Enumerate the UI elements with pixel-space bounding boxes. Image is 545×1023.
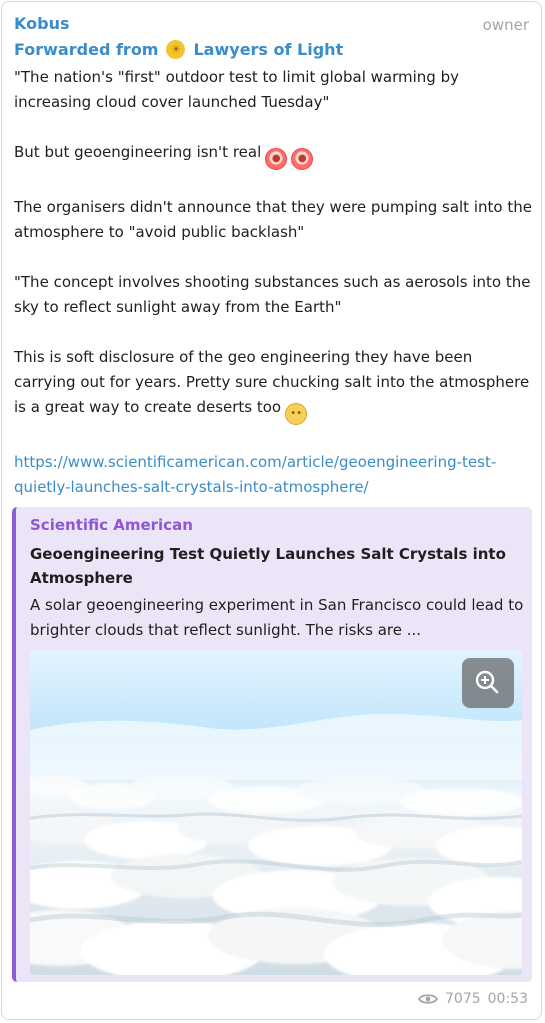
clown-face-icon: ● — [291, 148, 314, 170]
role-badge: owner — [482, 16, 529, 34]
message-paragraph: "The concept involves shooting substance… — [14, 273, 531, 316]
forwarded-header[interactable]: Forwarded from ☀ Lawyers of Light — [14, 40, 343, 59]
preview-description: A solar geoengineering experiment in San… — [30, 596, 524, 639]
message-paragraph: "The nation's "first" outdoor test to li… — [14, 68, 459, 111]
message-text-span: But but geoengineering isn't real — [14, 143, 262, 161]
cloud-image-art — [30, 650, 522, 975]
link-preview-card[interactable]: Scientific American Geoengineering Test … — [12, 507, 532, 982]
preview-title: Geoengineering Test Quietly Launches Sal… — [30, 545, 506, 587]
article-link[interactable]: https://www.scientificamerican.com/artic… — [14, 453, 496, 496]
message-bubble: Kobus owner Forwarded from ☀ Lawyers of … — [1, 1, 542, 1020]
channel-avatar-icon: ☀ — [166, 40, 186, 59]
flushed-face-icon: •• — [285, 403, 308, 425]
message-header: Kobus owner — [14, 14, 529, 38]
preview-site-name: Scientific American — [30, 516, 193, 534]
zoom-button[interactable] — [462, 658, 514, 708]
message-text-span: This is soft disclosure of the geo engin… — [14, 348, 530, 416]
view-count: 7075 — [445, 991, 481, 1007]
message-footer: 7075 00:53 — [418, 991, 528, 1007]
forwarded-channel[interactable]: Lawyers of Light — [193, 40, 343, 59]
message-time: 00:53 — [487, 991, 528, 1007]
clown-face-icon: ● — [265, 148, 288, 170]
message-paragraph: The organisers didn't announce that they… — [14, 198, 532, 241]
message-paragraph: This is soft disclosure of the geo engin… — [14, 345, 534, 425]
message-text: "The nation's "first" outdoor test to li… — [14, 65, 534, 500]
eye-icon — [418, 994, 438, 1004]
message-paragraph: But but geoengineering isn't real ● ● — [14, 140, 534, 170]
zoom-in-icon — [475, 670, 499, 694]
cloud-cover-image[interactable] — [30, 650, 522, 975]
sender-name[interactable]: Kobus — [14, 14, 69, 33]
forwarded-label: Forwarded from — [14, 40, 159, 59]
